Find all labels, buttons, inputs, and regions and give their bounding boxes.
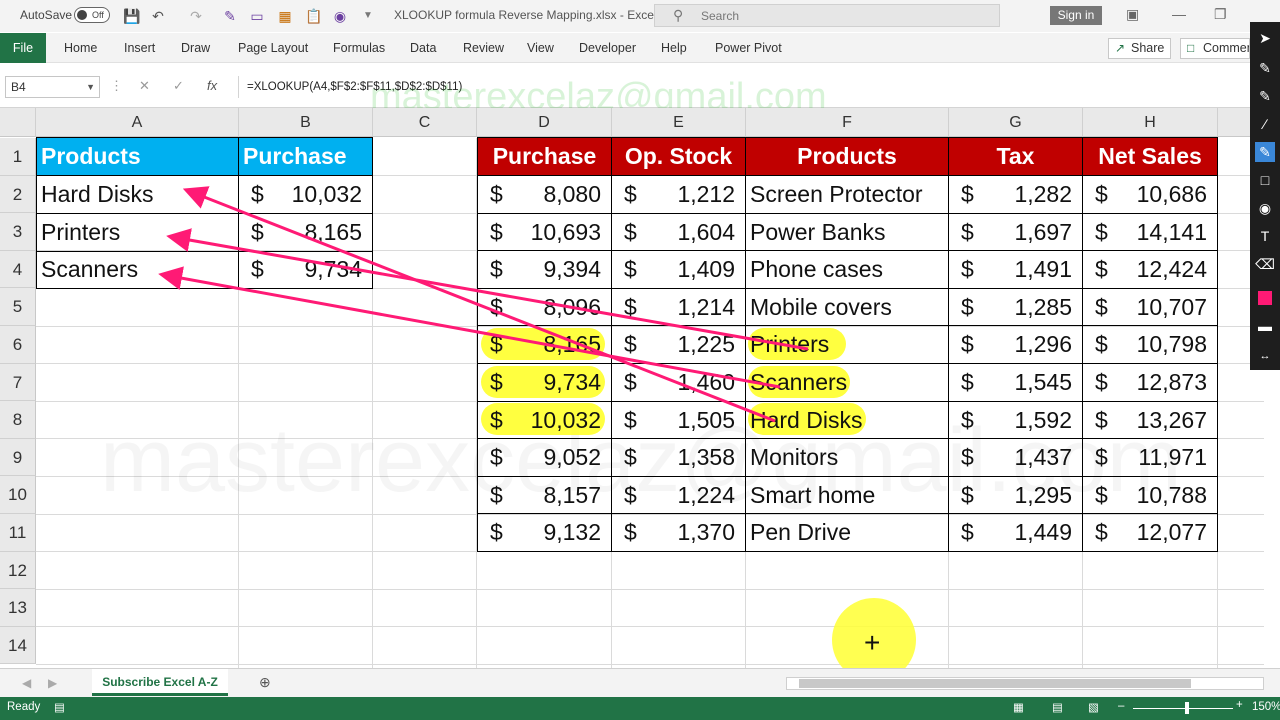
tab-help[interactable]: Help (661, 41, 687, 55)
autosave-toggle[interactable]: Off (74, 7, 110, 23)
minimize-icon[interactable]: — (1172, 6, 1186, 22)
color-swatch-icon[interactable] (1255, 288, 1275, 308)
comments-button[interactable]: □ Commen (1180, 38, 1250, 59)
camera-icon[interactable]: ◉ (332, 8, 348, 24)
status-ready: Ready (7, 701, 41, 713)
scroll-right-icon[interactable]: ▶ (48, 676, 57, 690)
zoom-slider[interactable] (1133, 708, 1233, 709)
tab-insert[interactable]: Insert (124, 41, 155, 55)
blur-icon[interactable]: ◉ (1255, 198, 1275, 218)
status-bar: Ready ▤ ▦ ▤ ▧ – + 150% (0, 697, 1280, 720)
restore-icon[interactable]: ❐ (1214, 6, 1227, 23)
zoom-out-icon[interactable]: – (1118, 700, 1124, 712)
tab-page-layout[interactable]: Page Layout (238, 41, 308, 55)
add-sheet-icon[interactable]: ⊕ (259, 674, 271, 691)
autosave-label: AutoSave (20, 8, 73, 22)
comments-label: Commen (1203, 41, 1250, 55)
toggle-knob (77, 10, 87, 20)
search-placeholder: Search (701, 9, 740, 23)
rectangle-icon[interactable]: □ (1255, 170, 1275, 190)
crosshair-cursor-icon: + (864, 627, 881, 658)
comment-icon: □ (1187, 41, 1195, 55)
ribbon-tabs: File Home Insert Draw Page Layout Formul… (0, 33, 1280, 63)
tab-draw[interactable]: Draw (181, 41, 210, 55)
pen-icon[interactable]: ✎ (1255, 58, 1275, 78)
sheet-tab-subscribe[interactable]: Subscribe Excel A-Z (92, 669, 228, 696)
horizontal-scrollbar[interactable] (786, 677, 1264, 690)
tab-data[interactable]: Data (410, 41, 436, 55)
highlighter-icon[interactable]: ✎ (1255, 142, 1275, 162)
page-layout-view-icon[interactable]: ▤ (1052, 700, 1063, 714)
expand-icon[interactable]: ↔ (1255, 346, 1275, 366)
customize-icon[interactable]: ▼ (360, 8, 376, 24)
share-button[interactable]: ↗ Share (1108, 38, 1172, 59)
share-label: Share (1131, 41, 1165, 55)
line-icon[interactable]: ∕ (1255, 114, 1275, 134)
clipboard-icon[interactable]: 📋 (305, 8, 322, 24)
eraser-icon[interactable]: ⌫ (1255, 254, 1275, 274)
pen-toolbar: ➤ ✎ ✎ ∕ ✎ □ ◉ T ⌫ ▬ ↔ (1250, 22, 1280, 370)
present-icon[interactable]: ▭ (249, 8, 265, 24)
tab-review[interactable]: Review (463, 41, 504, 55)
save-icon[interactable]: 💾 (123, 8, 140, 24)
tab-home[interactable]: Home (64, 41, 97, 55)
text-icon[interactable]: T (1255, 226, 1275, 246)
redo-icon[interactable]: ↷ (188, 8, 204, 24)
scroll-left-icon[interactable]: ◀ (22, 676, 31, 690)
undo-icon[interactable]: ↶ (150, 8, 166, 24)
scrollbar-thumb[interactable] (799, 679, 1191, 688)
tab-view[interactable]: View (527, 41, 554, 55)
zoom-level[interactable]: 150% (1252, 701, 1280, 713)
autosave-state: Off (92, 10, 104, 20)
insert-function-icon[interactable]: fx (207, 78, 217, 93)
table-icon[interactable]: ▦ (277, 8, 293, 24)
edit-icon[interactable]: ✎ (222, 8, 238, 24)
arrow-hard-disks (182, 186, 776, 423)
macro-icon[interactable]: ▤ (54, 700, 65, 714)
title-bar: AutoSave Off 💾 ↶ ↷ ✎ ▭ ▦ 📋 ◉ ▼ XLOOKUP f… (0, 0, 1280, 32)
pointer-icon[interactable]: ➤ (1255, 28, 1275, 48)
cancel-icon[interactable]: ✕ (139, 78, 150, 94)
annotation-arrows (158, 186, 809, 423)
enter-icon[interactable]: ✓ (173, 78, 184, 94)
tab-power-pivot[interactable]: Power Pivot (715, 41, 782, 55)
tab-formulas[interactable]: Formulas (333, 41, 385, 55)
sheet-tab-bar: ◀ ▶ Subscribe Excel A-Z ⊕ (0, 668, 1280, 697)
search-input[interactable]: ⚲ Search (654, 4, 1000, 27)
zoom-in-icon[interactable]: + (1236, 699, 1243, 711)
ribbon-display-icon[interactable]: ▣ (1126, 6, 1139, 23)
name-box-value: B4 (11, 80, 26, 94)
search-icon: ⚲ (673, 7, 684, 23)
stroke-width-icon[interactable]: ▬ (1255, 316, 1275, 336)
chevron-down-icon: ▼ (86, 82, 95, 92)
tab-file[interactable]: File (0, 33, 46, 63)
spreadsheet-grid[interactable]: A B C D E F G H 1 2 3 4 5 6 7 8 9 10 11 … (0, 108, 1264, 668)
tab-developer[interactable]: Developer (579, 41, 636, 55)
zoom-slider-thumb[interactable] (1185, 702, 1189, 714)
document-title: XLOOKUP formula Reverse Mapping.xlsx - E… (394, 8, 657, 22)
normal-view-icon[interactable]: ▦ (1013, 700, 1024, 714)
share-icon: ↗ (1115, 41, 1126, 55)
more-icon: ⋮ (110, 78, 123, 93)
name-box[interactable]: B4 ▼ (5, 76, 100, 98)
page-break-view-icon[interactable]: ▧ (1088, 700, 1099, 714)
arrow-scanners (158, 266, 781, 389)
sign-in-button[interactable]: Sign in (1050, 6, 1102, 25)
marker-icon[interactable]: ✎ (1255, 86, 1275, 106)
